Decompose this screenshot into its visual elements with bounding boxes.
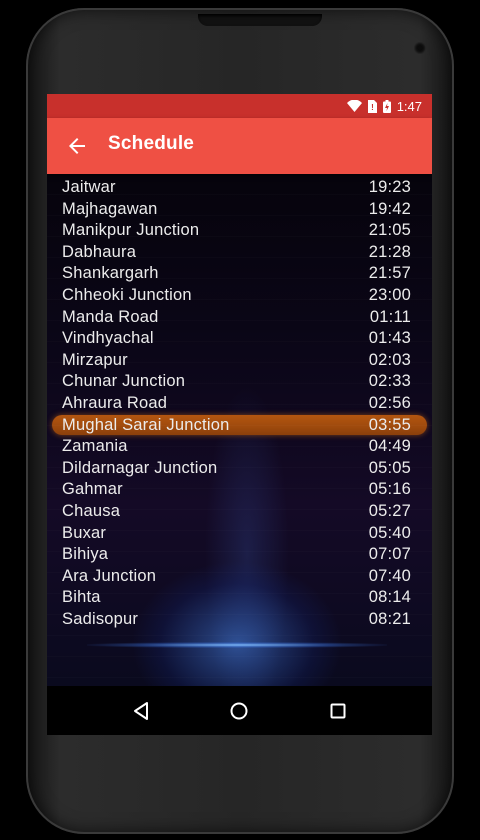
arrival-time: 08:21 — [368, 609, 411, 628]
station-name: Vindhyachal — [62, 329, 154, 348]
station-name: Bihiya — [62, 545, 109, 564]
station-name: Ahraura Road — [62, 393, 168, 412]
schedule-row[interactable]: Jaitwar 19:23 — [47, 177, 432, 199]
schedule-row[interactable]: Sadisopur 08:21 — [47, 609, 432, 631]
station-name: Manikpur Junction — [62, 221, 200, 240]
schedule-row[interactable]: Gahmar 05:16 — [47, 479, 432, 501]
station-name: Chheoki Junction — [62, 285, 192, 304]
schedule-row[interactable]: Chunar Junction 02:33 — [47, 371, 432, 393]
station-name: Buxar — [62, 523, 107, 542]
station-name: Sadisopur — [62, 609, 139, 628]
nav-home-icon[interactable] — [224, 696, 254, 726]
schedule-row[interactable]: Manikpur Junction 21:05 — [47, 220, 432, 242]
app-bar: Schedule — [47, 118, 432, 174]
screen: ! 1:47 Schedule Jaitwar 19:23 Majhagawan 19… — [47, 94, 432, 735]
schedule-row[interactable]: Chheoki Junction 23:00 — [47, 285, 432, 307]
schedule-row[interactable]: Ahraura Road 02:56 — [47, 393, 432, 415]
schedule-row[interactable]: Mirzapur 02:03 — [47, 350, 432, 372]
schedule-row[interactable]: Zamania 04:49 — [47, 436, 432, 458]
arrival-time: 02:33 — [368, 372, 411, 391]
schedule-row[interactable]: Bihiya 07:07 — [47, 544, 432, 566]
arrival-time: 05:40 — [368, 523, 411, 542]
arrival-time: 21:28 — [368, 242, 411, 261]
status-time: 1:47 — [396, 98, 422, 114]
arrival-time: 04:49 — [368, 437, 411, 456]
page-title: Schedule — [108, 133, 195, 154]
station-name: Bihta — [62, 588, 101, 607]
earpiece-speaker — [198, 14, 322, 26]
arrival-time: 01:43 — [368, 329, 411, 348]
station-name: Shankargarh — [62, 264, 159, 283]
station-name: Majhagawan — [62, 199, 158, 218]
station-name: Mughal Sarai Junction — [62, 415, 230, 434]
arrival-time: 08:14 — [368, 588, 411, 607]
schedule-row[interactable]: Vindhyachal 01:43 — [47, 328, 432, 350]
arrival-time: 05:16 — [368, 480, 411, 499]
svg-text:!: ! — [371, 103, 374, 112]
arrival-time: 19:42 — [368, 199, 411, 218]
schedule-row[interactable]: Bihta 08:14 — [47, 587, 432, 609]
arrival-time: 02:56 — [368, 393, 411, 412]
station-name: Manda Road — [62, 307, 159, 326]
arrival-time: 02:03 — [368, 350, 411, 369]
schedule-row[interactable]: Majhagawan 19:42 — [47, 199, 432, 221]
schedule-row[interactable]: Dildarnagar Junction 05:05 — [47, 458, 432, 480]
arrival-time: 23:00 — [368, 285, 411, 304]
arrival-time: 21:57 — [368, 264, 411, 283]
arrival-time: 07:40 — [368, 566, 411, 585]
schedule-row[interactable]: Chausa 05:27 — [47, 501, 432, 523]
station-name: Dildarnagar Junction — [62, 458, 218, 477]
station-name: Zamania — [62, 437, 128, 456]
schedule-row[interactable]: Buxar 05:40 — [47, 523, 432, 545]
arrival-time: 05:05 — [368, 458, 411, 477]
arrival-time: 07:07 — [368, 545, 411, 564]
back-arrow-icon[interactable] — [65, 134, 89, 158]
station-name: Gahmar — [62, 480, 123, 499]
schedule-row-current[interactable]: Mughal Sarai Junction 03:55 — [47, 414, 432, 437]
navigation-bar — [47, 686, 432, 735]
no-sim-icon: ! — [367, 99, 377, 113]
nav-back-icon[interactable] — [126, 696, 156, 726]
arrival-time: 21:05 — [368, 221, 411, 240]
station-name: Ara Junction — [62, 566, 157, 585]
wifi-icon — [346, 100, 362, 112]
schedule-row[interactable]: Shankargarh 21:57 — [47, 263, 432, 285]
arrival-time: 03:55 — [368, 415, 411, 434]
schedule-row[interactable]: Dabhaura 21:28 — [47, 242, 432, 264]
schedule-row[interactable]: Manda Road 01:11 — [47, 307, 432, 329]
schedule-list-container[interactable]: Jaitwar 19:23 Majhagawan 19:42 Manikpur Junc… — [47, 174, 432, 686]
station-name: Chausa — [62, 501, 121, 520]
arrival-time: 05:27 — [368, 501, 411, 520]
arrival-time: 01:11 — [369, 307, 411, 326]
station-name: Jaitwar — [62, 178, 116, 196]
schedule-list: Jaitwar 19:23 Majhagawan 19:42 Manikpur Junc… — [47, 177, 432, 652]
battery-icon — [382, 99, 391, 113]
front-camera — [414, 42, 426, 54]
station-name: Dabhaura — [62, 242, 137, 261]
station-name: Mirzapur — [62, 350, 128, 369]
nav-recents-icon[interactable] — [323, 696, 353, 726]
schedule-row[interactable]: Ara Junction 07:40 — [47, 566, 432, 588]
background-glow — [87, 642, 387, 648]
station-name: Chunar Junction — [62, 372, 186, 391]
status-bar: ! 1:47 — [47, 94, 432, 118]
arrival-time: 19:23 — [368, 178, 411, 196]
